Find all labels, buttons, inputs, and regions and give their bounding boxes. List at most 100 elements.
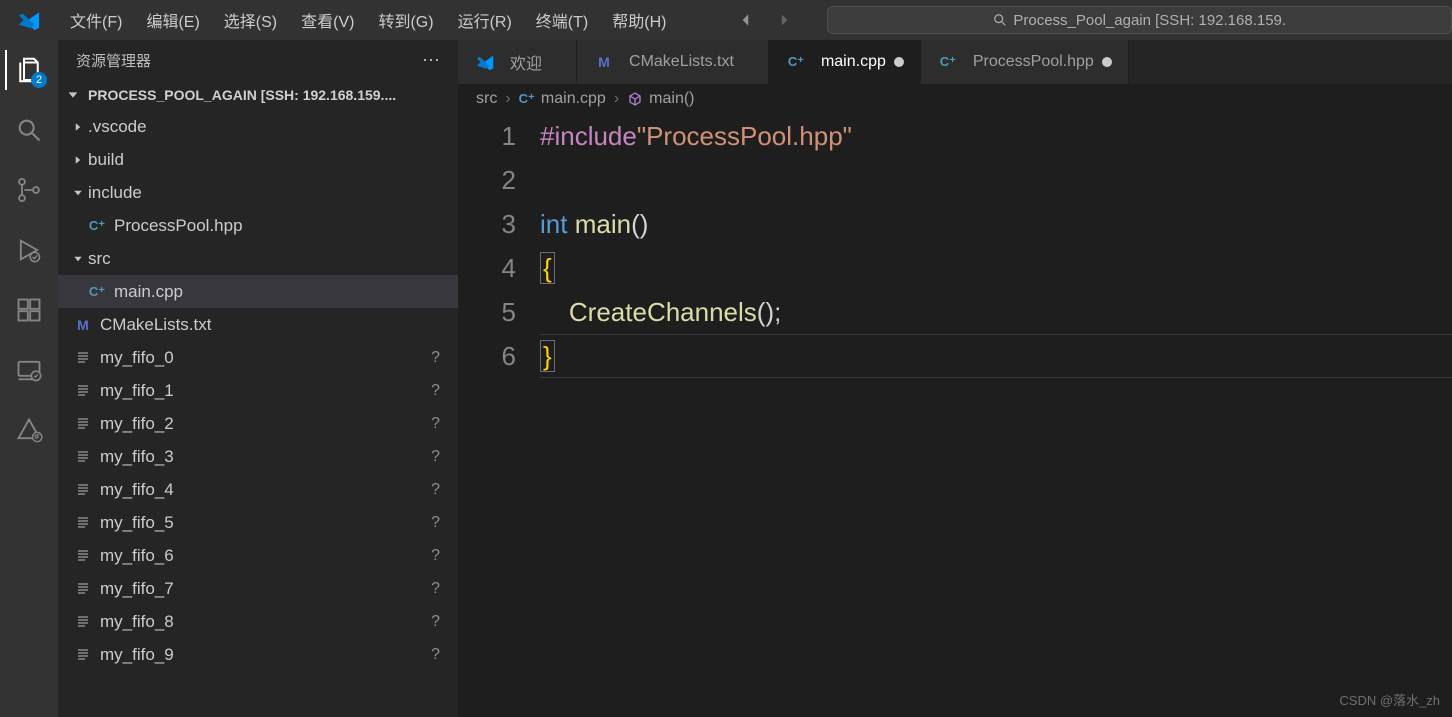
breadcrumb-label: src: [476, 90, 497, 108]
cmake-icon: M: [77, 317, 89, 333]
code-line[interactable]: }: [540, 334, 1452, 378]
tree-file[interactable]: my_fifo_1?: [58, 374, 458, 407]
activity-explorer-icon[interactable]: 2: [5, 50, 53, 90]
menu-item[interactable]: 编辑(E): [134, 8, 211, 32]
project-header[interactable]: PROCESS_POOL_AGAIN [SSH: 192.168.159....: [58, 80, 458, 110]
tree-file[interactable]: C⁺main.cpp: [58, 275, 458, 308]
editor-tab[interactable]: C⁺main.cpp: [769, 40, 921, 84]
title-search[interactable]: Process_Pool_again [SSH: 192.168.159.: [827, 6, 1452, 34]
file-lines-icon: [75, 416, 91, 432]
tree-file[interactable]: C⁺ ProcessPool.hpp: [58, 209, 458, 242]
symbol-method-icon: [627, 91, 643, 107]
dirty-indicator-icon: [742, 57, 752, 67]
tree-file[interactable]: my_fifo_3?: [58, 440, 458, 473]
code-line[interactable]: {: [540, 246, 1452, 290]
tree-file[interactable]: my_fifo_2?: [58, 407, 458, 440]
tree-item-label: my_fifo_5: [100, 513, 174, 533]
line-number: 3: [458, 202, 516, 246]
tree-item-label: ProcessPool.hpp: [114, 216, 243, 236]
code-line[interactable]: [540, 158, 1452, 202]
title-bar: 文件(F)编辑(E)选择(S)查看(V)转到(G)运行(R)终端(T)帮助(H)…: [0, 0, 1452, 40]
dirty-indicator-icon: [894, 57, 904, 67]
breadcrumb-separator-icon: ›: [505, 90, 510, 108]
activity-scm-icon[interactable]: [5, 170, 53, 210]
tree-file[interactable]: my_fifo_8?: [58, 605, 458, 638]
tree-file[interactable]: MCMakeLists.txt: [58, 308, 458, 341]
file-lines-icon: [75, 482, 91, 498]
activity-search-icon[interactable]: [5, 110, 53, 150]
code-lines[interactable]: #include"ProcessPool.hpp" int main(){ Cre…: [540, 114, 1452, 717]
tree-item-label: my_fifo_8: [100, 612, 174, 632]
activity-remote-icon[interactable]: [5, 350, 53, 390]
tree-file[interactable]: my_fifo_5?: [58, 506, 458, 539]
activity-extensions-icon[interactable]: [5, 290, 53, 330]
file-lines-icon: [75, 350, 91, 366]
sidebar-more-icon[interactable]: ⋯: [422, 50, 440, 71]
menu-item[interactable]: 查看(V): [289, 8, 366, 32]
breadcrumbs[interactable]: src›C⁺main.cpp›main(): [458, 84, 1452, 114]
file-lines-icon: [75, 548, 91, 564]
file-status: ?: [431, 481, 440, 499]
tree-item-label: my_fifo_0: [100, 348, 174, 368]
breadcrumb-item[interactable]: src: [476, 90, 497, 108]
nav-forward-icon[interactable]: [769, 5, 799, 35]
dirty-indicator-icon: [550, 57, 560, 67]
tree-item-label: my_fifo_2: [100, 414, 174, 434]
vscode-icon: [474, 53, 496, 71]
tree-item-label: include: [88, 183, 142, 203]
cmake-icon: M: [593, 54, 615, 70]
cpp-icon: C⁺: [788, 54, 804, 70]
file-status: ?: [431, 547, 440, 565]
activity-debug-icon[interactable]: [5, 230, 53, 270]
menu-item[interactable]: 转到(G): [366, 8, 445, 32]
project-name: PROCESS_POOL_AGAIN [SSH: 192.168.159....: [88, 87, 396, 103]
editor-tab[interactable]: M CMakeLists.txt: [577, 40, 769, 84]
file-status: ?: [431, 580, 440, 598]
menu-item[interactable]: 选择(S): [212, 8, 289, 32]
chevron-down-icon: [72, 253, 88, 265]
code-editor[interactable]: 123456 #include"ProcessPool.hpp"int main…: [458, 114, 1452, 717]
tree-file[interactable]: my_fifo_6?: [58, 539, 458, 572]
chevron-down-icon: [72, 187, 88, 199]
menu-item[interactable]: 文件(F): [58, 8, 134, 32]
breadcrumb-item[interactable]: main(): [627, 90, 694, 108]
tab-label: 欢迎: [510, 50, 542, 74]
nav-back-icon[interactable]: [731, 5, 761, 35]
tree-file[interactable]: my_fifo_9?: [58, 638, 458, 671]
menu-item[interactable]: 帮助(H): [600, 8, 678, 32]
breadcrumb-item[interactable]: C⁺main.cpp: [519, 90, 606, 108]
activity-cmake-icon[interactable]: [5, 410, 53, 450]
tree-file[interactable]: my_fifo_0?: [58, 341, 458, 374]
cpp-icon: C⁺: [940, 54, 956, 70]
tree-folder[interactable]: src: [58, 242, 458, 275]
tree-folder[interactable]: include: [58, 176, 458, 209]
cpp-icon: C⁺: [785, 54, 807, 70]
breadcrumb-label: main(): [649, 90, 694, 108]
tree-item-label: my_fifo_1: [100, 381, 174, 401]
tree-folder[interactable]: .vscode: [58, 110, 458, 143]
file-lines-icon: [75, 581, 91, 597]
tree-folder[interactable]: build: [58, 143, 458, 176]
file-status: ?: [431, 514, 440, 532]
editor-tab[interactable]: 欢迎: [458, 40, 577, 84]
code-line[interactable]: CreateChannels();: [540, 290, 1452, 334]
cpp-icon: C⁺: [89, 284, 105, 300]
tab-label: ProcessPool.hpp: [973, 53, 1094, 71]
sidebar-header: 资源管理器 ⋯: [58, 40, 458, 80]
tree-file[interactable]: my_fifo_4?: [58, 473, 458, 506]
menu-item[interactable]: 运行(R): [446, 8, 524, 32]
tree-file[interactable]: my_fifo_7?: [58, 572, 458, 605]
tree-item-label: build: [88, 150, 124, 170]
editor-tab[interactable]: C⁺ ProcessPool.hpp: [921, 40, 1129, 84]
code-line[interactable]: #include"ProcessPool.hpp": [540, 114, 1452, 158]
tree-item-label: .vscode: [88, 117, 147, 137]
code-line[interactable]: int main(): [540, 202, 1452, 246]
line-number: 5: [458, 290, 516, 334]
menu-item[interactable]: 终端(T): [524, 8, 600, 32]
editor-area: 欢迎MCMakeLists.txtC⁺main.cppC⁺ProcessPool…: [458, 40, 1452, 717]
file-tree: .vscodebuildincludeC⁺ProcessPool.hppsrcC…: [58, 110, 458, 717]
cpp-icon: C⁺: [89, 218, 105, 234]
tab-label: CMakeLists.txt: [629, 53, 734, 71]
tree-item-label: my_fifo_4: [100, 480, 174, 500]
dirty-indicator-icon: [1102, 57, 1112, 67]
